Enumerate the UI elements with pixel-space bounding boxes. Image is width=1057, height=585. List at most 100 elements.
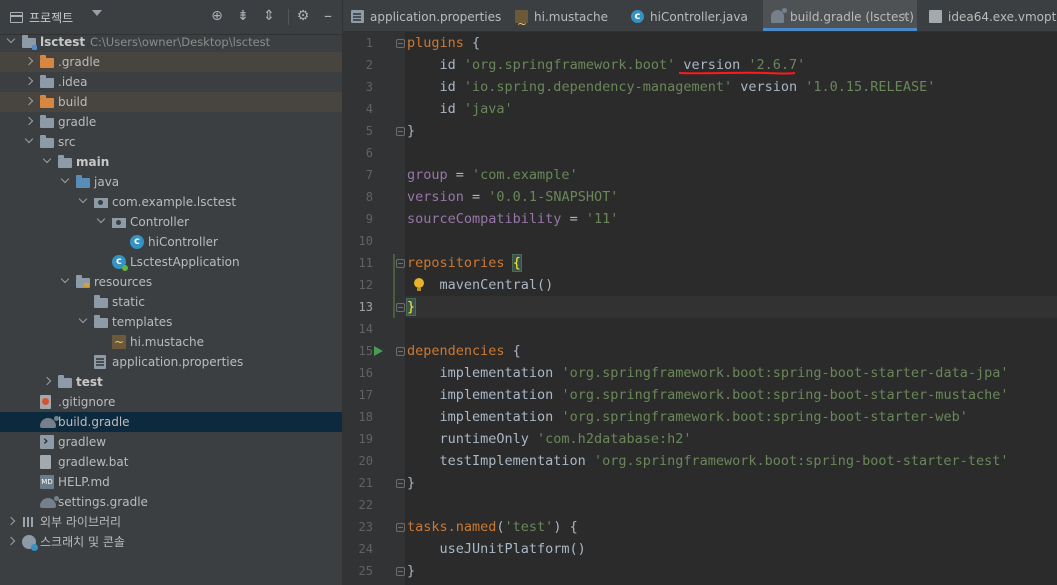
code-editor[interactable]: 1 2 3 4 5 6 7 8 9 10 11 12 13 14 15 16 17 18 19 20 21 22 23 24 2… xyxy=(343,32,1057,585)
chevron-down-icon[interactable] xyxy=(78,192,88,212)
chevron-down-icon[interactable] xyxy=(24,132,34,152)
tree-item[interactable]: application.properties xyxy=(0,352,342,372)
code-line[interactable]: version = '0.0.1-SNAPSHOT' xyxy=(407,186,618,208)
tree-item[interactable]: .gitignore xyxy=(0,392,342,412)
tree-item[interactable]: resources xyxy=(0,272,342,292)
editor-gutter[interactable]: 1 2 3 4 5 6 7 8 9 10 11 12 13 14 15 16 17 18 19 20 21 22 23 24 2… xyxy=(343,32,405,585)
tree-item[interactable]: 외부 라이브러리 xyxy=(0,512,342,532)
gear-icon[interactable]: ⚙ xyxy=(295,8,311,24)
tree-item[interactable]: src xyxy=(0,132,342,152)
chevron-down-icon[interactable] xyxy=(96,212,106,232)
tree-item-label: LsctestApplication xyxy=(130,255,240,269)
code-line[interactable]: repositories { xyxy=(407,252,522,274)
code-line[interactable]: testImplementation 'org.springframework.… xyxy=(407,450,1009,472)
editor-tab[interactable]: c hiController.java xyxy=(623,0,759,31)
tree-item-label: hiController xyxy=(148,235,218,249)
tree-item[interactable]: gradlew xyxy=(0,432,342,452)
code-line[interactable]: } xyxy=(407,560,415,582)
chevron-right-icon[interactable] xyxy=(24,52,34,72)
tree-item[interactable]: .gradle xyxy=(0,52,342,72)
tree-item[interactable]: c hiController xyxy=(0,232,342,252)
chevron-right-icon[interactable] xyxy=(6,532,16,552)
project-panel-title: 프로젝트 xyxy=(29,11,74,25)
chevron-down-icon[interactable] xyxy=(60,272,70,292)
code-line[interactable]: dependencies { xyxy=(407,340,521,362)
close-tab-icon[interactable]: ✕ xyxy=(901,0,910,31)
tree-item[interactable]: java xyxy=(0,172,342,192)
project-view-selector[interactable]: 프로젝트 xyxy=(10,9,73,26)
fold-collapse-icon[interactable] xyxy=(396,523,405,532)
run-gutter-icon[interactable] xyxy=(374,346,383,356)
code-line[interactable]: implementation 'org.springframework.boot… xyxy=(407,406,968,428)
code-line[interactable]: implementation 'org.springframework.boot… xyxy=(407,362,1009,384)
tree-item[interactable]: MD HELP.md xyxy=(0,472,342,492)
code-line[interactable]: id 'io.spring.dependency-management' ver… xyxy=(407,76,936,98)
code-line[interactable]: runtimeOnly 'com.h2database:h2' xyxy=(407,428,692,450)
chevron-right-icon[interactable] xyxy=(42,372,52,392)
lightbulb-icon[interactable] xyxy=(414,278,424,291)
expand-all-icon[interactable]: ⇕ xyxy=(261,8,277,24)
chevron-down-icon[interactable] xyxy=(60,172,70,192)
fold-end-icon[interactable] xyxy=(396,127,405,136)
chevron-down-icon[interactable] xyxy=(78,312,88,332)
string-token: 'org.springframework.boot:spring-boot-st… xyxy=(593,453,1009,469)
line-number: 24 xyxy=(358,542,373,556)
tree-item[interactable]: gradle xyxy=(0,112,342,132)
tree-item[interactable]: com.example.lsctest xyxy=(0,192,342,212)
fold-collapse-icon[interactable] xyxy=(396,39,405,48)
target-icon[interactable]: ⊕ xyxy=(209,8,225,24)
line-number: 6 xyxy=(365,146,373,160)
tree-item[interactable]: gradlew.bat xyxy=(0,452,342,472)
code-line[interactable]: group = 'com.example' xyxy=(407,164,578,186)
tree-item[interactable]: templates xyxy=(0,312,342,332)
editor-tab[interactable]: application.properties xyxy=(343,0,503,31)
editor-tab[interactable]: build.gradle (lsctest) ✕ xyxy=(763,0,917,31)
editor-tab[interactable]: idea64.exe.vmoptions xyxy=(921,0,1057,31)
tree-item[interactable]: .idea xyxy=(0,72,342,92)
code-line[interactable]: tasks.named('test') { xyxy=(407,516,578,538)
chevron-right-icon[interactable] xyxy=(24,112,34,132)
fold-collapse-icon[interactable] xyxy=(396,347,405,356)
tree-item[interactable]: 스크래치 및 콘솔 xyxy=(0,532,342,552)
code-line[interactable]: } xyxy=(407,120,415,142)
chevron-down-icon[interactable] xyxy=(92,10,102,16)
project-panel: 프로젝트 ⊕ ⇟ ⇕ ⚙ – lsctest C:\Users\owner\Des… xyxy=(0,0,343,585)
code-line[interactable]: implementation 'org.springframework.boot… xyxy=(407,384,1009,406)
scope-indicator xyxy=(393,254,395,318)
chevron-down-icon[interactable] xyxy=(6,32,16,52)
minimize-icon[interactable]: – xyxy=(320,8,336,24)
chevron-right-icon[interactable] xyxy=(24,72,34,92)
fold-end-icon[interactable] xyxy=(396,567,405,576)
code-line[interactable]: sourceCompatibility = '11' xyxy=(407,208,618,230)
tree-item[interactable]: settings.gradle xyxy=(0,492,342,512)
tree-item[interactable]: Controller xyxy=(0,212,342,232)
tree-item[interactable]: c LsctestApplication xyxy=(0,252,342,272)
chevron-right-icon[interactable] xyxy=(24,92,34,112)
chevron-down-icon[interactable] xyxy=(42,152,52,172)
fold-end-icon[interactable] xyxy=(396,479,405,488)
fold-collapse-icon[interactable] xyxy=(396,259,405,268)
tree-item[interactable]: test xyxy=(0,372,342,392)
chevron-right-icon[interactable] xyxy=(6,512,16,532)
code-line[interactable]: } xyxy=(405,296,417,318)
code-line[interactable]: plugins { xyxy=(407,32,480,54)
editor-tab[interactable]: hi.mustache xyxy=(507,0,619,31)
collapse-all-icon[interactable]: ⇟ xyxy=(235,8,251,24)
line-number: 13 xyxy=(358,300,373,314)
line-number: 21 xyxy=(358,476,373,490)
code-line[interactable]: id 'java' xyxy=(407,98,513,120)
package-icon xyxy=(112,218,126,228)
tab-label: hiController.java xyxy=(650,10,748,24)
tree-item[interactable]: main xyxy=(0,152,342,172)
tree-item[interactable]: static xyxy=(0,292,342,312)
tree-item[interactable]: build xyxy=(0,92,342,112)
tree-item[interactable]: hi.mustache xyxy=(0,332,342,352)
fold-end-icon[interactable] xyxy=(396,303,405,312)
tree-item-label: .gitignore xyxy=(58,395,116,409)
code-line[interactable]: mavenCentral() xyxy=(407,274,554,296)
code-line[interactable]: useJUnitPlatform() xyxy=(407,538,586,560)
folder-icon xyxy=(58,375,72,388)
tree-item[interactable]: build.gradle xyxy=(0,412,342,432)
code-line[interactable]: } xyxy=(407,472,415,494)
tree-item[interactable]: lsctest C:\Users\owner\Desktop\lsctest xyxy=(0,32,342,52)
